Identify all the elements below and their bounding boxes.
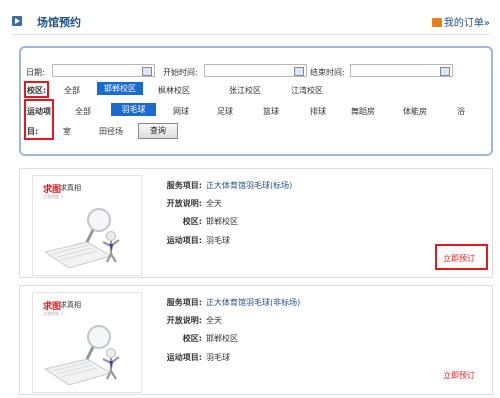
magnifier-figure-icon — [43, 325, 120, 386]
venue-thumbnail: 求图 求真相 点我求图 >... — [32, 175, 142, 276]
open-value: 全天 — [206, 316, 222, 325]
thumb-logo-sub: 点我求图 >... — [43, 194, 68, 199]
campus-value: 邯郸校区 — [206, 334, 238, 343]
start-time-label: 开始时间: — [163, 68, 198, 77]
sport-option-all[interactable]: 全部 — [75, 106, 91, 117]
sport-option-bath-part2[interactable]: 室 — [63, 126, 71, 137]
sport-label-line1: 运动项 — [27, 107, 51, 116]
sport-option-fitness-room[interactable]: 体能房 — [403, 106, 427, 117]
list-icon — [431, 18, 442, 27]
open-label: 开放说明: — [166, 316, 202, 325]
campus-option-zhangjiang[interactable]: 张江校区 — [229, 85, 261, 96]
end-time-label: 结束时间: — [310, 68, 345, 77]
campus-option-jiangwan[interactable]: 江湾校区 — [291, 85, 323, 96]
sport-label-line2: 目: — [27, 127, 39, 136]
campus-option-fenglin[interactable]: 枫林校区 — [158, 85, 190, 96]
search-button[interactable]: 查询 — [138, 123, 178, 139]
page-title: 场馆预约 — [37, 16, 81, 29]
calendar-icon[interactable] — [294, 67, 304, 76]
result-card: 求图 求真相 点我求图 >... 服务项目: 正大体育馆羽毛球(标场) 开放说明… — [19, 168, 493, 278]
sport-option-bath-part1[interactable]: 浴 — [457, 106, 465, 117]
campus-value: 邯郸校区 — [206, 217, 238, 226]
sport-option-football[interactable]: 足球 — [217, 106, 233, 117]
sport-label: 运动项目: — [166, 236, 202, 245]
sport-label: 运动项目: — [166, 353, 202, 362]
sport-option-volleyball[interactable]: 排球 — [310, 106, 326, 117]
service-value[interactable]: 正大体育馆羽毛球(标场) — [206, 180, 292, 191]
sport-value: 羽毛球 — [206, 236, 230, 245]
thumb-logo-sub: 点我求图 >... — [43, 311, 68, 316]
thumb-logo-black: 求真相 — [60, 184, 81, 192]
thumb-logo-black: 求真相 — [60, 301, 81, 309]
date-input[interactable] — [52, 64, 155, 77]
page-header: 场馆预约 我的订单» — [12, 8, 490, 35]
book-now-button[interactable]: 立即预订 — [443, 370, 475, 381]
sport-option-badminton[interactable]: 羽毛球 — [111, 103, 156, 116]
service-label: 服务项目: — [166, 181, 202, 190]
book-now-button[interactable]: 立即预订 — [443, 253, 475, 264]
end-time-input[interactable] — [350, 64, 453, 77]
campus-option-all[interactable]: 全部 — [64, 85, 80, 96]
date-label: 日期: — [26, 68, 45, 77]
campus-label: 校区: — [182, 334, 202, 343]
sport-value: 羽毛球 — [206, 353, 230, 362]
open-label: 开放说明: — [166, 199, 202, 208]
result-card: 求图 求真相 点我求图 >... 服务项目: 正大体育馆羽毛球(非标场) 开放说… — [19, 285, 493, 395]
sport-option-dance-room[interactable]: 舞蹈房 — [351, 106, 375, 117]
service-value[interactable]: 正大体育馆羽毛球(非标场) — [206, 297, 300, 308]
my-orders-link[interactable]: 我的订单» — [431, 14, 490, 29]
venue-thumbnail: 求图 求真相 点我求图 >... — [32, 292, 142, 393]
open-value: 全天 — [206, 199, 222, 208]
campus-option-handan[interactable]: 邯郸校区 — [97, 82, 143, 95]
sport-option-tennis[interactable]: 网球 — [173, 106, 189, 117]
magnifier-figure-icon — [43, 208, 120, 269]
play-icon — [12, 16, 22, 26]
my-orders-label: 我的订单» — [443, 18, 490, 29]
calendar-icon[interactable] — [440, 67, 450, 76]
campus-label: 校区: — [27, 86, 47, 95]
calendar-icon[interactable] — [142, 67, 152, 76]
filter-panel: 日期: 开始时间: 结束时间: 校区: 全部 邯郸校区 枫林校区 张江校区 江湾… — [19, 46, 493, 156]
campus-label: 校区: — [182, 217, 202, 226]
start-time-input[interactable] — [204, 64, 307, 77]
sport-option-track[interactable]: 田径场 — [99, 126, 123, 137]
sport-option-basketball[interactable]: 篮球 — [263, 106, 279, 117]
service-label: 服务项目: — [166, 298, 202, 307]
